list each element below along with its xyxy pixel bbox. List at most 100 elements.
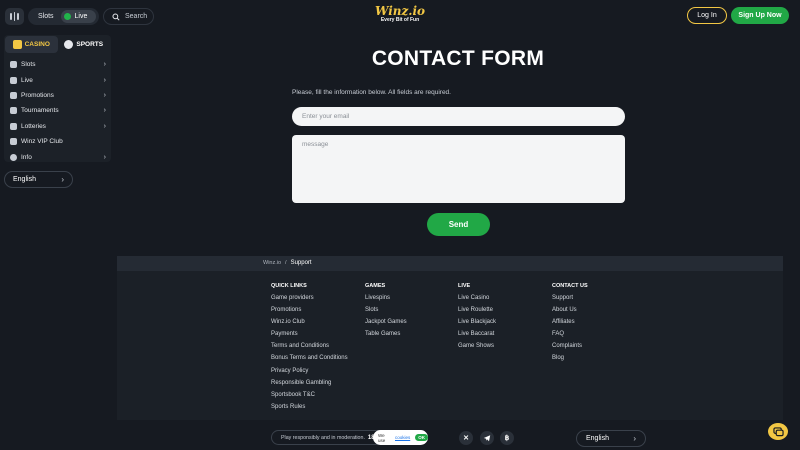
chat-icon (772, 426, 784, 436)
lotteries-icon (10, 122, 17, 130)
info-icon (10, 153, 17, 161)
chevron-right-icon: › (103, 61, 106, 69)
footer-link[interactable]: Slots (365, 307, 407, 319)
casino-icon (12, 40, 22, 49)
footer-link[interactable]: Sports Rules (271, 404, 348, 416)
sidebar-item-slots[interactable]: Slots › (4, 57, 111, 72)
sidebar-item-label: Promotions (21, 91, 54, 99)
logo-tagline: Every Bit of Fun (380, 17, 420, 23)
footer-link[interactable]: Payments (271, 331, 348, 343)
sidebar-item-label: Lotteries (21, 122, 46, 130)
sidebar-item-label: Tournaments (21, 107, 59, 115)
mode-slots[interactable]: Slots (31, 13, 61, 20)
breadcrumb: Winz.io / Support (263, 260, 312, 266)
footer-column-contact-us: CONTACT US Support About Us Affiliates F… (552, 283, 588, 368)
cookie-ok-button[interactable]: OK (415, 434, 428, 441)
sidebar: CASINO SPORTS Slots › Live › Promotions … (4, 35, 111, 162)
chevron-right-icon: › (633, 434, 636, 443)
tab-sports[interactable]: SPORTS (58, 36, 111, 53)
sidebar-item-tournaments[interactable]: Tournaments › (4, 103, 111, 118)
footer-column-heading: CONTACT US (552, 283, 588, 289)
slots-icon (10, 61, 17, 69)
x-icon[interactable]: ✕ (459, 431, 473, 445)
soccer-ball-icon (64, 40, 74, 49)
footer-link[interactable]: Game providers (271, 295, 348, 307)
sidebar-item-promotions[interactable]: Promotions › (4, 88, 111, 103)
footer-link[interactable]: FAQ (552, 331, 588, 343)
footer-link[interactable]: Blog (552, 355, 588, 367)
bitcoin-icon[interactable]: ฿ (500, 431, 514, 445)
page-title: CONTACT FORM (371, 47, 545, 70)
breadcrumb-home[interactable]: Winz.io (263, 260, 281, 266)
telegram-icon[interactable] (480, 431, 494, 445)
footer-link[interactable]: Live Roulette (458, 307, 496, 319)
chevron-right-icon: › (61, 175, 64, 184)
sidebar-item-label: Live (21, 76, 33, 84)
footer-link[interactable]: Affiliates (552, 319, 588, 331)
live-dot-icon (63, 13, 71, 20)
search-button[interactable]: Search (103, 8, 154, 25)
sidebar-tabs: CASINO SPORTS (5, 36, 110, 53)
footer-link[interactable]: Live Baccarat (458, 331, 496, 343)
language-label: English (586, 435, 609, 442)
footer-column-games: GAMES Livespins Slots Jackpot Games Tabl… (365, 283, 407, 343)
email-field[interactable] (292, 107, 625, 126)
chevron-right-icon: › (103, 91, 106, 99)
footer-link[interactable]: Privacy Policy (271, 368, 348, 380)
sidebar-item-label: Slots (21, 61, 36, 69)
mode-live[interactable]: Live (60, 10, 96, 23)
footer-link[interactable]: Live Blackjack (458, 319, 496, 331)
live-icon (10, 76, 17, 84)
vip-icon (10, 138, 17, 146)
footer-link[interactable]: Bonus Terms and Conditions (271, 355, 348, 367)
sidebar-item-label: Winz VIP Club (21, 138, 63, 146)
search-label: Search (125, 13, 148, 20)
footer-link[interactable]: About Us (552, 307, 588, 319)
footer-link[interactable]: Livespins (365, 295, 407, 307)
footer-link[interactable]: Responsible Gambling (271, 380, 348, 392)
footer-link[interactable]: Winz.io Club (271, 319, 348, 331)
cookie-link[interactable]: cookies (395, 435, 410, 440)
sidebar-item-lotteries[interactable]: Lotteries › (4, 119, 111, 134)
signup-button[interactable]: Sign Up Now (731, 7, 789, 24)
footer-link[interactable]: Table Games (365, 331, 407, 343)
chevron-right-icon: › (103, 122, 106, 130)
footer-link[interactable]: Live Casino (458, 295, 496, 307)
logo-text: Winz.io (374, 4, 426, 18)
mode-live-label: Live (74, 13, 88, 20)
chevron-right-icon: › (103, 153, 106, 161)
footer-link[interactable]: Sportsbook T&C (271, 392, 348, 404)
language-label: English (13, 176, 36, 183)
footer-column-heading: LIVE (458, 283, 471, 289)
footer-link[interactable]: Jackpot Games (365, 319, 407, 331)
sidebar-item-info[interactable]: Info › (4, 149, 111, 164)
language-selector-footer[interactable]: English › (576, 430, 646, 447)
send-button[interactable]: Send (427, 213, 490, 236)
footer-link[interactable]: Terms and Conditions (271, 343, 348, 355)
chat-support-button[interactable] (768, 423, 788, 440)
mode-toggle[interactable]: Slots Live (28, 8, 99, 25)
cookie-text: We use (378, 432, 386, 443)
footer-link[interactable]: Support (552, 295, 588, 307)
tab-casino[interactable]: CASINO (5, 36, 58, 53)
breadcrumb-current: Support (290, 260, 312, 266)
language-selector-sidebar[interactable]: English › (4, 171, 73, 188)
chevron-right-icon: › (103, 107, 106, 115)
footer-links-area (117, 271, 783, 420)
logo[interactable]: Winz.io Every Bit of Fun (372, 5, 428, 27)
login-button[interactable]: Log In (687, 7, 727, 24)
message-field[interactable] (292, 135, 625, 203)
menu-toggle-button[interactable] (5, 8, 24, 25)
trophy-icon (10, 107, 17, 115)
form-instructions: Please, fill the information below. All … (292, 89, 451, 96)
footer-column-live: LIVE Live Casino Live Roulette Live Blac… (458, 283, 496, 355)
footer-link[interactable]: Complaints (552, 343, 588, 355)
sidebar-item-live[interactable]: Live › (4, 72, 111, 87)
tab-sports-label: SPORTS (76, 41, 104, 48)
breadcrumb-separator: / (285, 260, 287, 266)
breadcrumb-bar (117, 256, 783, 271)
promotions-icon (10, 91, 17, 99)
footer-link[interactable]: Game Shows (458, 343, 496, 355)
footer-link[interactable]: Promotions (271, 307, 348, 319)
sidebar-item-vip-club[interactable]: Winz VIP Club (4, 134, 111, 149)
